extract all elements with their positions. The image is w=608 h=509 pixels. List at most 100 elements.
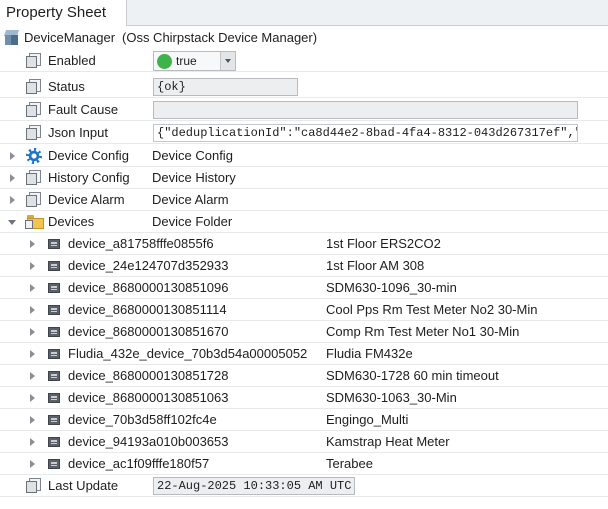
expand-arrow-icon[interactable] bbox=[30, 416, 35, 424]
expand-arrow-icon[interactable] bbox=[30, 372, 35, 380]
root-row[interactable]: DeviceManager (Oss Chirpstack Device Man… bbox=[0, 27, 608, 49]
device-icon bbox=[48, 349, 60, 359]
expand-arrow-icon[interactable] bbox=[30, 328, 35, 336]
property-row-fault-cause: Fault Cause bbox=[0, 99, 608, 121]
device-name: device_8680000130851114 bbox=[68, 302, 227, 317]
property-icon bbox=[26, 478, 42, 494]
property-label: Fault Cause bbox=[48, 102, 119, 117]
device-icon bbox=[48, 261, 60, 271]
device-description: Terabee bbox=[326, 456, 373, 471]
expand-arrow-icon[interactable] bbox=[30, 394, 35, 402]
json-input-field[interactable]: {"deduplicationId":"ca8d44e2-8bad-4fa4-8… bbox=[153, 124, 578, 142]
device-row[interactable]: device_8680000130851670 Comp Rm Test Met… bbox=[0, 321, 608, 343]
device-icon bbox=[48, 371, 60, 381]
property-label: Device Config bbox=[48, 148, 129, 163]
component-icon bbox=[3, 30, 20, 46]
device-name: device_8680000130851063 bbox=[68, 390, 229, 405]
collapse-arrow-icon[interactable] bbox=[8, 220, 16, 225]
device-name: Fludia_432e_device_70b3d54a00005052 bbox=[68, 346, 308, 361]
chevron-down-icon[interactable] bbox=[220, 52, 235, 70]
property-label: History Config bbox=[48, 170, 130, 185]
fault-cause-field bbox=[153, 101, 578, 119]
device-name: device_a81758fffe0855f6 bbox=[68, 236, 214, 251]
device-row[interactable]: device_24e124707d352933 1st Floor AM 308 bbox=[0, 255, 608, 277]
device-description: Kamstrap Heat Meter bbox=[326, 434, 450, 449]
expand-arrow-icon[interactable] bbox=[30, 438, 35, 446]
device-row[interactable]: device_94193a010b003653 Kamstrap Heat Me… bbox=[0, 431, 608, 453]
device-description: SDM630-1728 60 min timeout bbox=[326, 368, 499, 383]
expand-arrow-icon[interactable] bbox=[10, 196, 15, 204]
device-row[interactable]: device_ac1f09fffe180f57 Terabee bbox=[0, 453, 608, 475]
root-name: DeviceManager bbox=[24, 30, 116, 45]
device-row[interactable]: device_8680000130851728 SDM630-1728 60 m… bbox=[0, 365, 608, 387]
property-label: Json Input bbox=[48, 125, 108, 140]
property-row-json-input: Json Input {"deduplicationId":"ca8d44e2-… bbox=[0, 122, 608, 144]
device-icon bbox=[48, 239, 60, 249]
property-value: Device History bbox=[152, 170, 236, 185]
device-name: device_70b3d58ff102fc4e bbox=[68, 412, 217, 427]
device-description: Comp Rm Test Meter No1 30-Min bbox=[326, 324, 520, 339]
folder-icon bbox=[25, 215, 44, 229]
device-description: SDM630-1096_30-min bbox=[326, 280, 457, 295]
property-icon bbox=[26, 192, 42, 208]
property-row-device-alarm[interactable]: Device Alarm Device Alarm bbox=[0, 189, 608, 211]
device-icon bbox=[48, 437, 60, 447]
property-row-status: Status {ok} bbox=[0, 76, 608, 98]
property-label: Last Update bbox=[48, 478, 119, 493]
property-value: Device Folder bbox=[152, 214, 233, 229]
expand-arrow-icon[interactable] bbox=[30, 284, 35, 292]
tab-property-sheet[interactable]: Property Sheet bbox=[0, 0, 127, 26]
property-row-devices[interactable]: Devices Device Folder bbox=[0, 211, 608, 233]
expand-arrow-icon[interactable] bbox=[10, 174, 15, 182]
property-icon bbox=[26, 53, 42, 69]
device-name: device_94193a010b003653 bbox=[68, 434, 229, 449]
device-icon bbox=[48, 415, 60, 425]
root-description: (Oss Chirpstack Device Manager) bbox=[122, 30, 318, 45]
tab-bar: Property Sheet bbox=[0, 0, 608, 26]
device-row[interactable]: device_70b3d58ff102fc4e Engingo_Multi bbox=[0, 409, 608, 431]
property-label: Device Alarm bbox=[48, 192, 125, 207]
device-icon bbox=[48, 459, 60, 469]
device-description: Engingo_Multi bbox=[326, 412, 409, 427]
device-name: device_8680000130851670 bbox=[68, 324, 229, 339]
property-icon bbox=[26, 102, 42, 118]
device-description: 1st Floor AM 308 bbox=[326, 258, 425, 273]
expand-arrow-icon[interactable] bbox=[30, 240, 35, 248]
expand-arrow-icon[interactable] bbox=[30, 350, 35, 358]
property-row-last-update: Last Update 22-Aug-2025 10:33:05 AM UTC bbox=[0, 475, 608, 497]
device-description: 1st Floor ERS2CO2 bbox=[326, 236, 441, 251]
expand-arrow-icon[interactable] bbox=[30, 262, 35, 270]
gear-icon bbox=[26, 148, 42, 164]
device-row[interactable]: Fludia_432e_device_70b3d54a00005052 Flud… bbox=[0, 343, 608, 365]
device-row[interactable]: device_8680000130851114 Cool Pps Rm Test… bbox=[0, 299, 608, 321]
property-row-enabled: Enabled true bbox=[0, 50, 608, 72]
expand-arrow-icon[interactable] bbox=[10, 152, 15, 160]
status-field: {ok} bbox=[153, 78, 298, 96]
device-icon bbox=[48, 393, 60, 403]
device-name: device_24e124707d352933 bbox=[68, 258, 229, 273]
expand-arrow-icon[interactable] bbox=[30, 306, 35, 314]
property-icon bbox=[26, 170, 42, 186]
device-row[interactable]: device_8680000130851096 SDM630-1096_30-m… bbox=[0, 277, 608, 299]
device-description: SDM630-1063_30-Min bbox=[326, 390, 457, 405]
property-row-history-config[interactable]: History Config Device History bbox=[0, 167, 608, 189]
expand-arrow-icon[interactable] bbox=[30, 460, 35, 468]
device-description: Fludia FM432e bbox=[326, 346, 413, 361]
property-icon bbox=[26, 79, 42, 95]
property-row-device-config[interactable]: Device Config Device Config bbox=[0, 145, 608, 167]
property-label: Enabled bbox=[48, 53, 96, 68]
device-name: device_8680000130851096 bbox=[68, 280, 229, 295]
device-name: device_8680000130851728 bbox=[68, 368, 229, 383]
enabled-select[interactable]: true bbox=[153, 51, 236, 71]
device-icon bbox=[48, 327, 60, 337]
enabled-status-icon bbox=[157, 54, 172, 69]
property-icon bbox=[26, 125, 42, 141]
enabled-value: true bbox=[176, 54, 197, 68]
property-value: Device Alarm bbox=[152, 192, 229, 207]
device-icon bbox=[48, 305, 60, 315]
property-value: Device Config bbox=[152, 148, 233, 163]
device-row[interactable]: device_a81758fffe0855f6 1st Floor ERS2CO… bbox=[0, 233, 608, 255]
device-row[interactable]: device_8680000130851063 SDM630-1063_30-M… bbox=[0, 387, 608, 409]
property-label: Status bbox=[48, 79, 85, 94]
device-icon bbox=[48, 283, 60, 293]
